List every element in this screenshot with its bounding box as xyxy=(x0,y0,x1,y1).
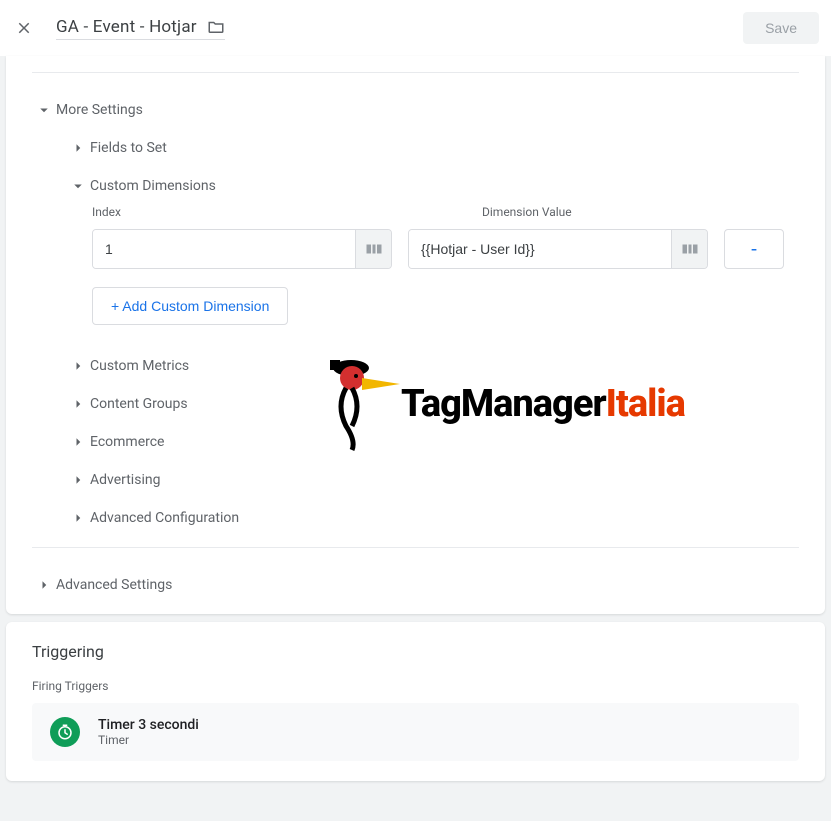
chevron-right-icon xyxy=(66,395,90,413)
advanced-config-toggle[interactable]: Advanced Configuration xyxy=(6,499,825,537)
firing-triggers-label: Firing Triggers xyxy=(32,679,799,693)
chevron-right-icon xyxy=(32,576,56,594)
label: Fields to Set xyxy=(90,140,167,156)
advertising-toggle[interactable]: Advertising xyxy=(6,461,825,499)
custom-dimensions-block: Index Dimension Value - + Add Custom Dim… xyxy=(6,205,825,325)
value-input-group xyxy=(408,229,708,269)
index-input-group xyxy=(92,229,392,269)
variable-picker-icon[interactable] xyxy=(355,230,391,268)
value-header: Dimension Value xyxy=(482,205,572,219)
tag-title: GA - Event - Hotjar xyxy=(56,17,197,37)
custom-metrics-toggle[interactable]: Custom Metrics xyxy=(6,347,825,385)
fields-to-set-toggle[interactable]: Fields to Set xyxy=(6,129,825,167)
index-input[interactable] xyxy=(93,230,355,268)
label: Ecommerce xyxy=(90,434,164,450)
tag-config-card: More Settings Fields to Set Custom Dimen… xyxy=(6,56,825,614)
value-input[interactable] xyxy=(409,230,671,268)
advanced-settings-toggle[interactable]: Advanced Settings xyxy=(6,566,825,604)
divider xyxy=(32,547,799,548)
label: Advertising xyxy=(90,472,160,488)
label: Custom Metrics xyxy=(90,358,189,374)
divider xyxy=(32,72,799,73)
tag-name-field[interactable]: GA - Event - Hotjar xyxy=(56,17,225,40)
add-custom-dimension-button[interactable]: + Add Custom Dimension xyxy=(92,287,288,325)
dimension-row: - xyxy=(92,229,799,269)
topbar: GA - Event - Hotjar Save xyxy=(0,0,831,56)
label: Custom Dimensions xyxy=(90,178,216,194)
chevron-right-icon xyxy=(66,471,90,489)
close-icon[interactable] xyxy=(12,16,36,40)
chevron-down-icon xyxy=(32,101,56,119)
remove-row-button[interactable]: - xyxy=(724,229,784,269)
trigger-type: Timer xyxy=(98,733,199,747)
label: Advanced Configuration xyxy=(90,510,239,526)
chevron-down-icon xyxy=(66,177,90,195)
index-header: Index xyxy=(92,205,382,219)
chevron-right-icon xyxy=(66,139,90,157)
label: Advanced Settings xyxy=(56,577,172,593)
variable-picker-icon[interactable] xyxy=(671,230,707,268)
content-groups-toggle[interactable]: Content Groups xyxy=(6,385,825,423)
chevron-right-icon xyxy=(66,509,90,527)
label: Content Groups xyxy=(90,396,188,412)
save-button[interactable]: Save xyxy=(743,12,819,44)
timer-icon xyxy=(50,717,80,747)
ecommerce-toggle[interactable]: Ecommerce xyxy=(6,423,825,461)
trigger-name: Timer 3 secondi xyxy=(98,717,199,733)
label: More Settings xyxy=(56,102,143,118)
triggering-heading: Triggering xyxy=(32,642,799,661)
triggering-card[interactable]: Triggering Firing Triggers Timer 3 secon… xyxy=(6,622,825,781)
chevron-right-icon xyxy=(66,357,90,375)
chevron-right-icon xyxy=(66,433,90,451)
trigger-row[interactable]: Timer 3 secondi Timer xyxy=(32,703,799,761)
folder-icon xyxy=(207,18,225,36)
custom-dimensions-toggle[interactable]: Custom Dimensions xyxy=(6,167,825,205)
more-settings-toggle[interactable]: More Settings xyxy=(6,91,825,129)
